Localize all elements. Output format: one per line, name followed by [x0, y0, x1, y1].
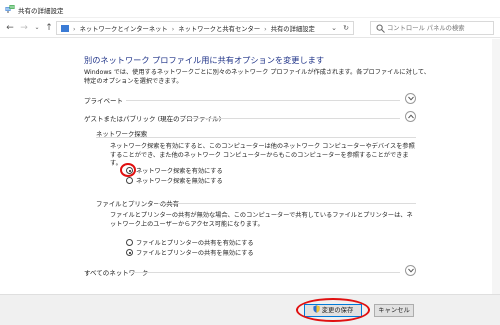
breadcrumb-item[interactable]: ネットワークと共有センター: [178, 26, 260, 33]
file-printer-sharing-description: ファイルとプリンターの共有が無効な場合、このコンピューターで共有しているファイル…: [110, 212, 413, 228]
chevron-right-icon[interactable]: ›: [73, 26, 76, 33]
divider: [158, 203, 416, 204]
profile-header-guest-public[interactable]: ゲストまたはパブリック (現在のプロファイル): [84, 111, 416, 124]
footer-bar: 変更の保存 キャンセル: [0, 294, 500, 325]
radio-label[interactable]: ネットワーク探索を無効にする: [136, 176, 223, 185]
recent-locations-icon[interactable]: ⌄: [31, 22, 43, 34]
navigation-bar: ← → ⌄ ↑ › ネットワークとインターネット › ネットワークと共有センター…: [0, 18, 500, 38]
search-icon: [376, 24, 385, 33]
profile-header-all-networks[interactable]: すべてのネットワーク: [84, 265, 416, 278]
breadcrumb-item[interactable]: ネットワークとインターネット: [80, 26, 168, 33]
shield-icon: [313, 305, 320, 313]
profile-label: プライベート: [84, 97, 123, 105]
address-bar[interactable]: › ネットワークとインターネット › ネットワークと共有センター › 共有の詳細…: [56, 21, 354, 35]
divider: [132, 272, 400, 273]
breadcrumb: › ネットワークとインターネット › ネットワークと共有センター › 共有の詳細…: [61, 24, 315, 33]
network-discovery-description: ネットワーク探索を有効にすると、このコンピューターは他のネットワーク コンピュー…: [110, 143, 415, 167]
back-arrow-icon[interactable]: ←: [4, 22, 16, 34]
radio-button[interactable]: [126, 249, 133, 256]
window-title: 共有の詳細設定: [18, 7, 64, 15]
radio-label[interactable]: ファイルとプリンターの共有を無効にする: [136, 248, 254, 257]
radio-label[interactable]: ネットワーク探索を有効にする: [136, 166, 223, 175]
forward-arrow-icon[interactable]: →: [18, 22, 30, 34]
chevron-down-icon[interactable]: [405, 93, 416, 104]
radio-label[interactable]: ファイルとプリンターの共有を有効にする: [136, 238, 254, 247]
intro-text: Windows では、使用するネットワークごとに別々のネットワーク プロファイル…: [84, 69, 430, 85]
network-sharing-icon: [5, 5, 15, 13]
divider: [96, 137, 416, 138]
chevron-down-icon[interactable]: [405, 265, 416, 276]
radio-button[interactable]: [126, 167, 133, 174]
title-bar: 共有の詳細設定: [0, 0, 500, 18]
save-changes-button[interactable]: 変更の保存: [304, 304, 362, 317]
chevron-right-icon[interactable]: ›: [264, 26, 267, 33]
profile-header-private[interactable]: プライベート: [84, 93, 416, 106]
chevron-right-icon[interactable]: ›: [172, 26, 175, 33]
divider: [126, 100, 400, 101]
main-content: 別のネットワーク プロファイル用に共有オプションを変更します Windows で…: [0, 39, 500, 294]
vertical-scrollbar[interactable]: [492, 39, 500, 294]
up-arrow-icon[interactable]: ↑: [43, 22, 55, 34]
chevron-up-icon[interactable]: [405, 111, 416, 122]
divider: [180, 118, 400, 119]
breadcrumb-item[interactable]: 共有の詳細設定: [271, 26, 315, 33]
search-box[interactable]: [370, 21, 494, 35]
cancel-button[interactable]: キャンセル: [374, 304, 414, 317]
refresh-icon[interactable]: ↻: [341, 23, 351, 33]
search-input[interactable]: [387, 23, 491, 33]
radio-button[interactable]: [126, 177, 133, 184]
radio-button[interactable]: [126, 239, 133, 246]
control-panel-icon: [61, 25, 69, 32]
page-heading: 別のネットワーク プロファイル用に共有オプションを変更します: [84, 55, 325, 65]
save-label: 変更の保存: [321, 307, 354, 314]
chevron-down-icon[interactable]: ⌄: [329, 23, 339, 33]
